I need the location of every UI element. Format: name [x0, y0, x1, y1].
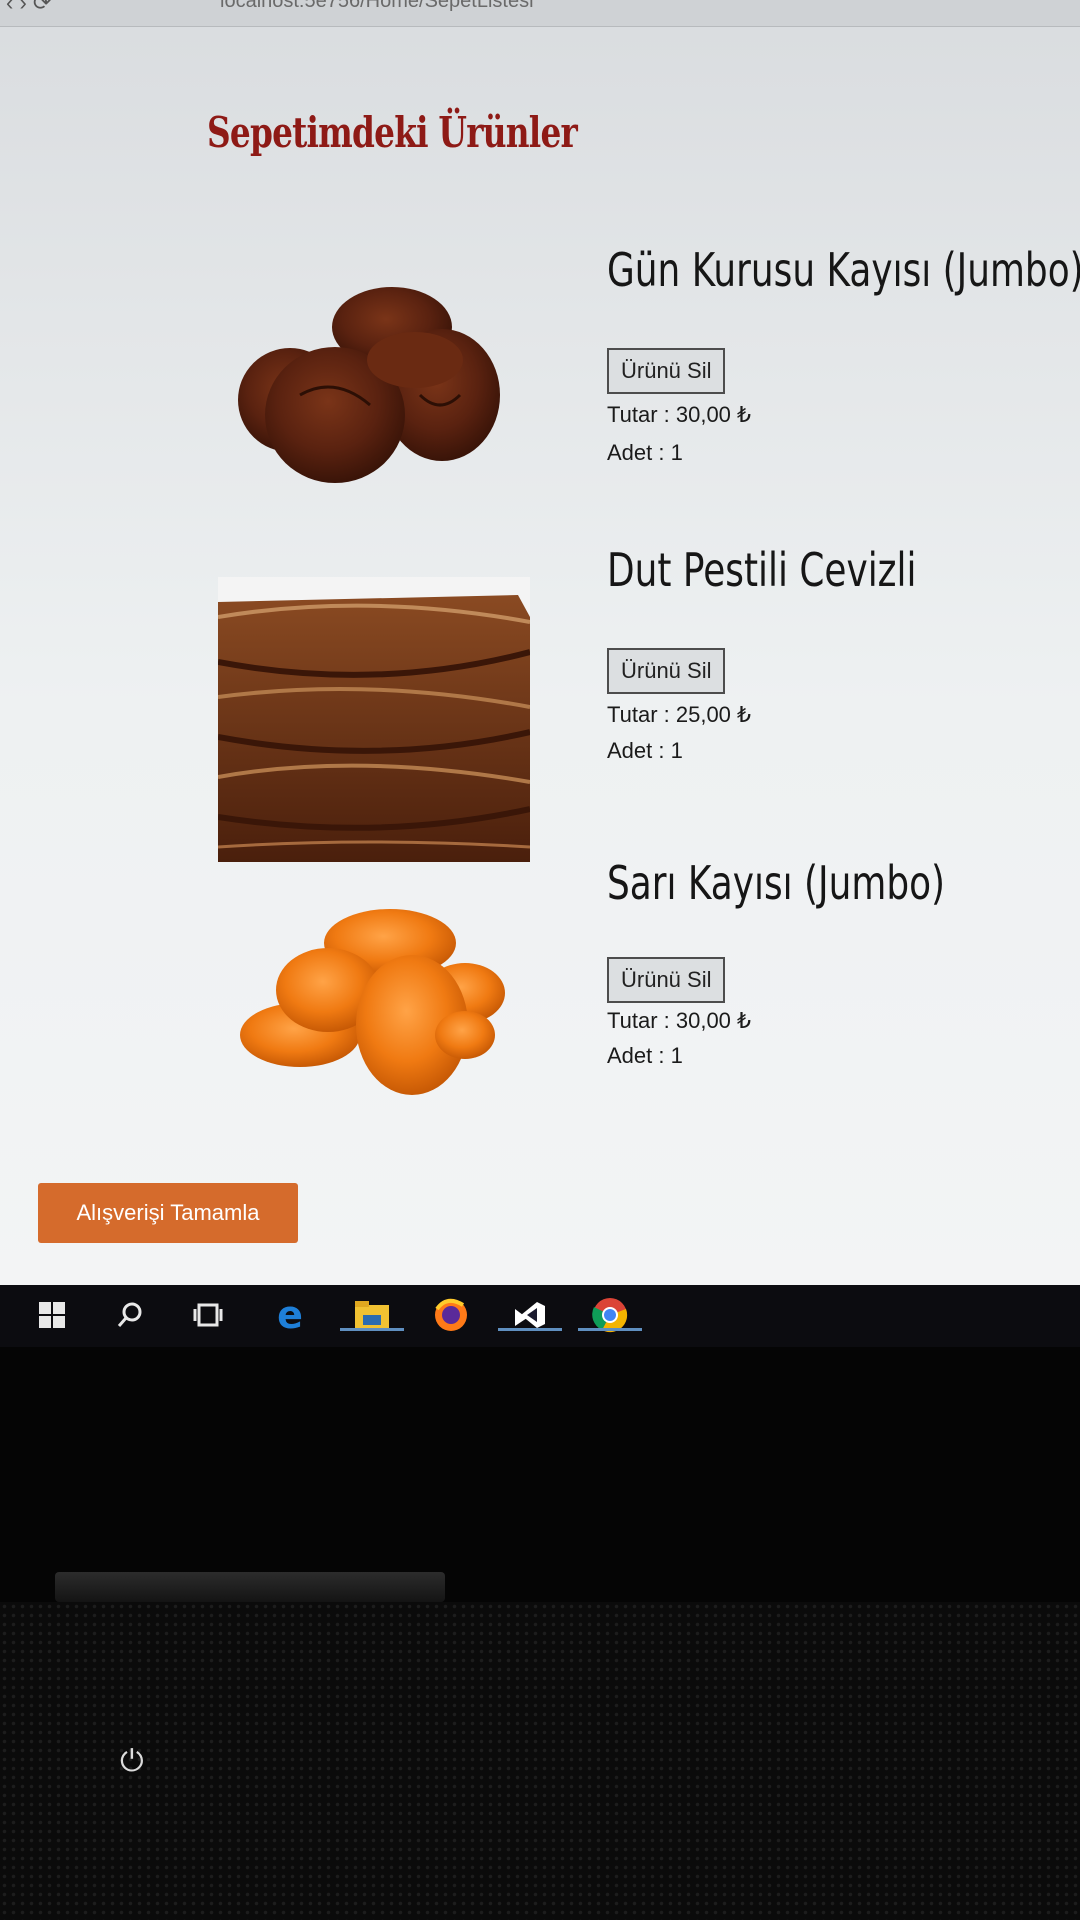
windows-start-icon[interactable]: [32, 1295, 72, 1335]
product-name: Dut Pestili Cevizli: [607, 543, 917, 597]
product-image-orange-apricot: [240, 909, 505, 1095]
windows-taskbar: e: [0, 1285, 1080, 1347]
laptop-speaker-grille: [0, 1602, 1080, 1920]
visual-studio-icon[interactable]: [498, 1295, 562, 1335]
product-amount: Tutar : 25,00 ₺: [607, 702, 752, 727]
product-name: Sarı Kayısı (Jumbo): [607, 856, 946, 910]
laptop-hinge: [55, 1572, 445, 1602]
delete-product-button[interactable]: Ürünü Sil: [607, 957, 726, 1003]
chrome-icon[interactable]: [578, 1295, 642, 1335]
product-quantity: Adet : 1: [607, 440, 683, 465]
product-image-dried-apricot: [238, 287, 500, 483]
address-bar[interactable]: ‹ › ⟳ localhost:5e756/Home/SepetListesi: [0, 0, 1080, 27]
browser-viewport: ‹ › ⟳ localhost:5e756/Home/SepetListesi …: [0, 0, 1080, 1285]
file-explorer-icon[interactable]: [340, 1295, 404, 1335]
delete-product-button[interactable]: Ürünü Sil: [607, 348, 726, 394]
product-image-mulberry-pestil: [218, 577, 530, 862]
product-quantity: Adet : 1: [607, 1043, 683, 1068]
edge-icon[interactable]: e: [270, 1295, 310, 1335]
firefox-icon[interactable]: [431, 1295, 471, 1335]
power-icon[interactable]: ⏻: [120, 1745, 144, 1779]
task-view-icon[interactable]: [188, 1295, 228, 1335]
delete-product-button[interactable]: Ürünü Sil: [607, 648, 726, 694]
product-quantity: Adet : 1: [607, 738, 683, 763]
address-url[interactable]: localhost:5e756/Home/SepetListesi: [220, 0, 534, 11]
product-amount: Tutar : 30,00 ₺: [607, 402, 752, 427]
nav-buttons-icon[interactable]: ‹ › ⟳: [6, 0, 51, 14]
complete-purchase-button[interactable]: Alışverişi Tamamla: [38, 1183, 298, 1243]
page-title: Sepetimdeki Ürünler: [207, 108, 578, 157]
product-amount: Tutar : 30,00 ₺: [607, 1008, 752, 1033]
search-icon[interactable]: [110, 1295, 150, 1335]
product-name: Gün Kurusu Kayısı (Jumbo): [607, 243, 1080, 297]
